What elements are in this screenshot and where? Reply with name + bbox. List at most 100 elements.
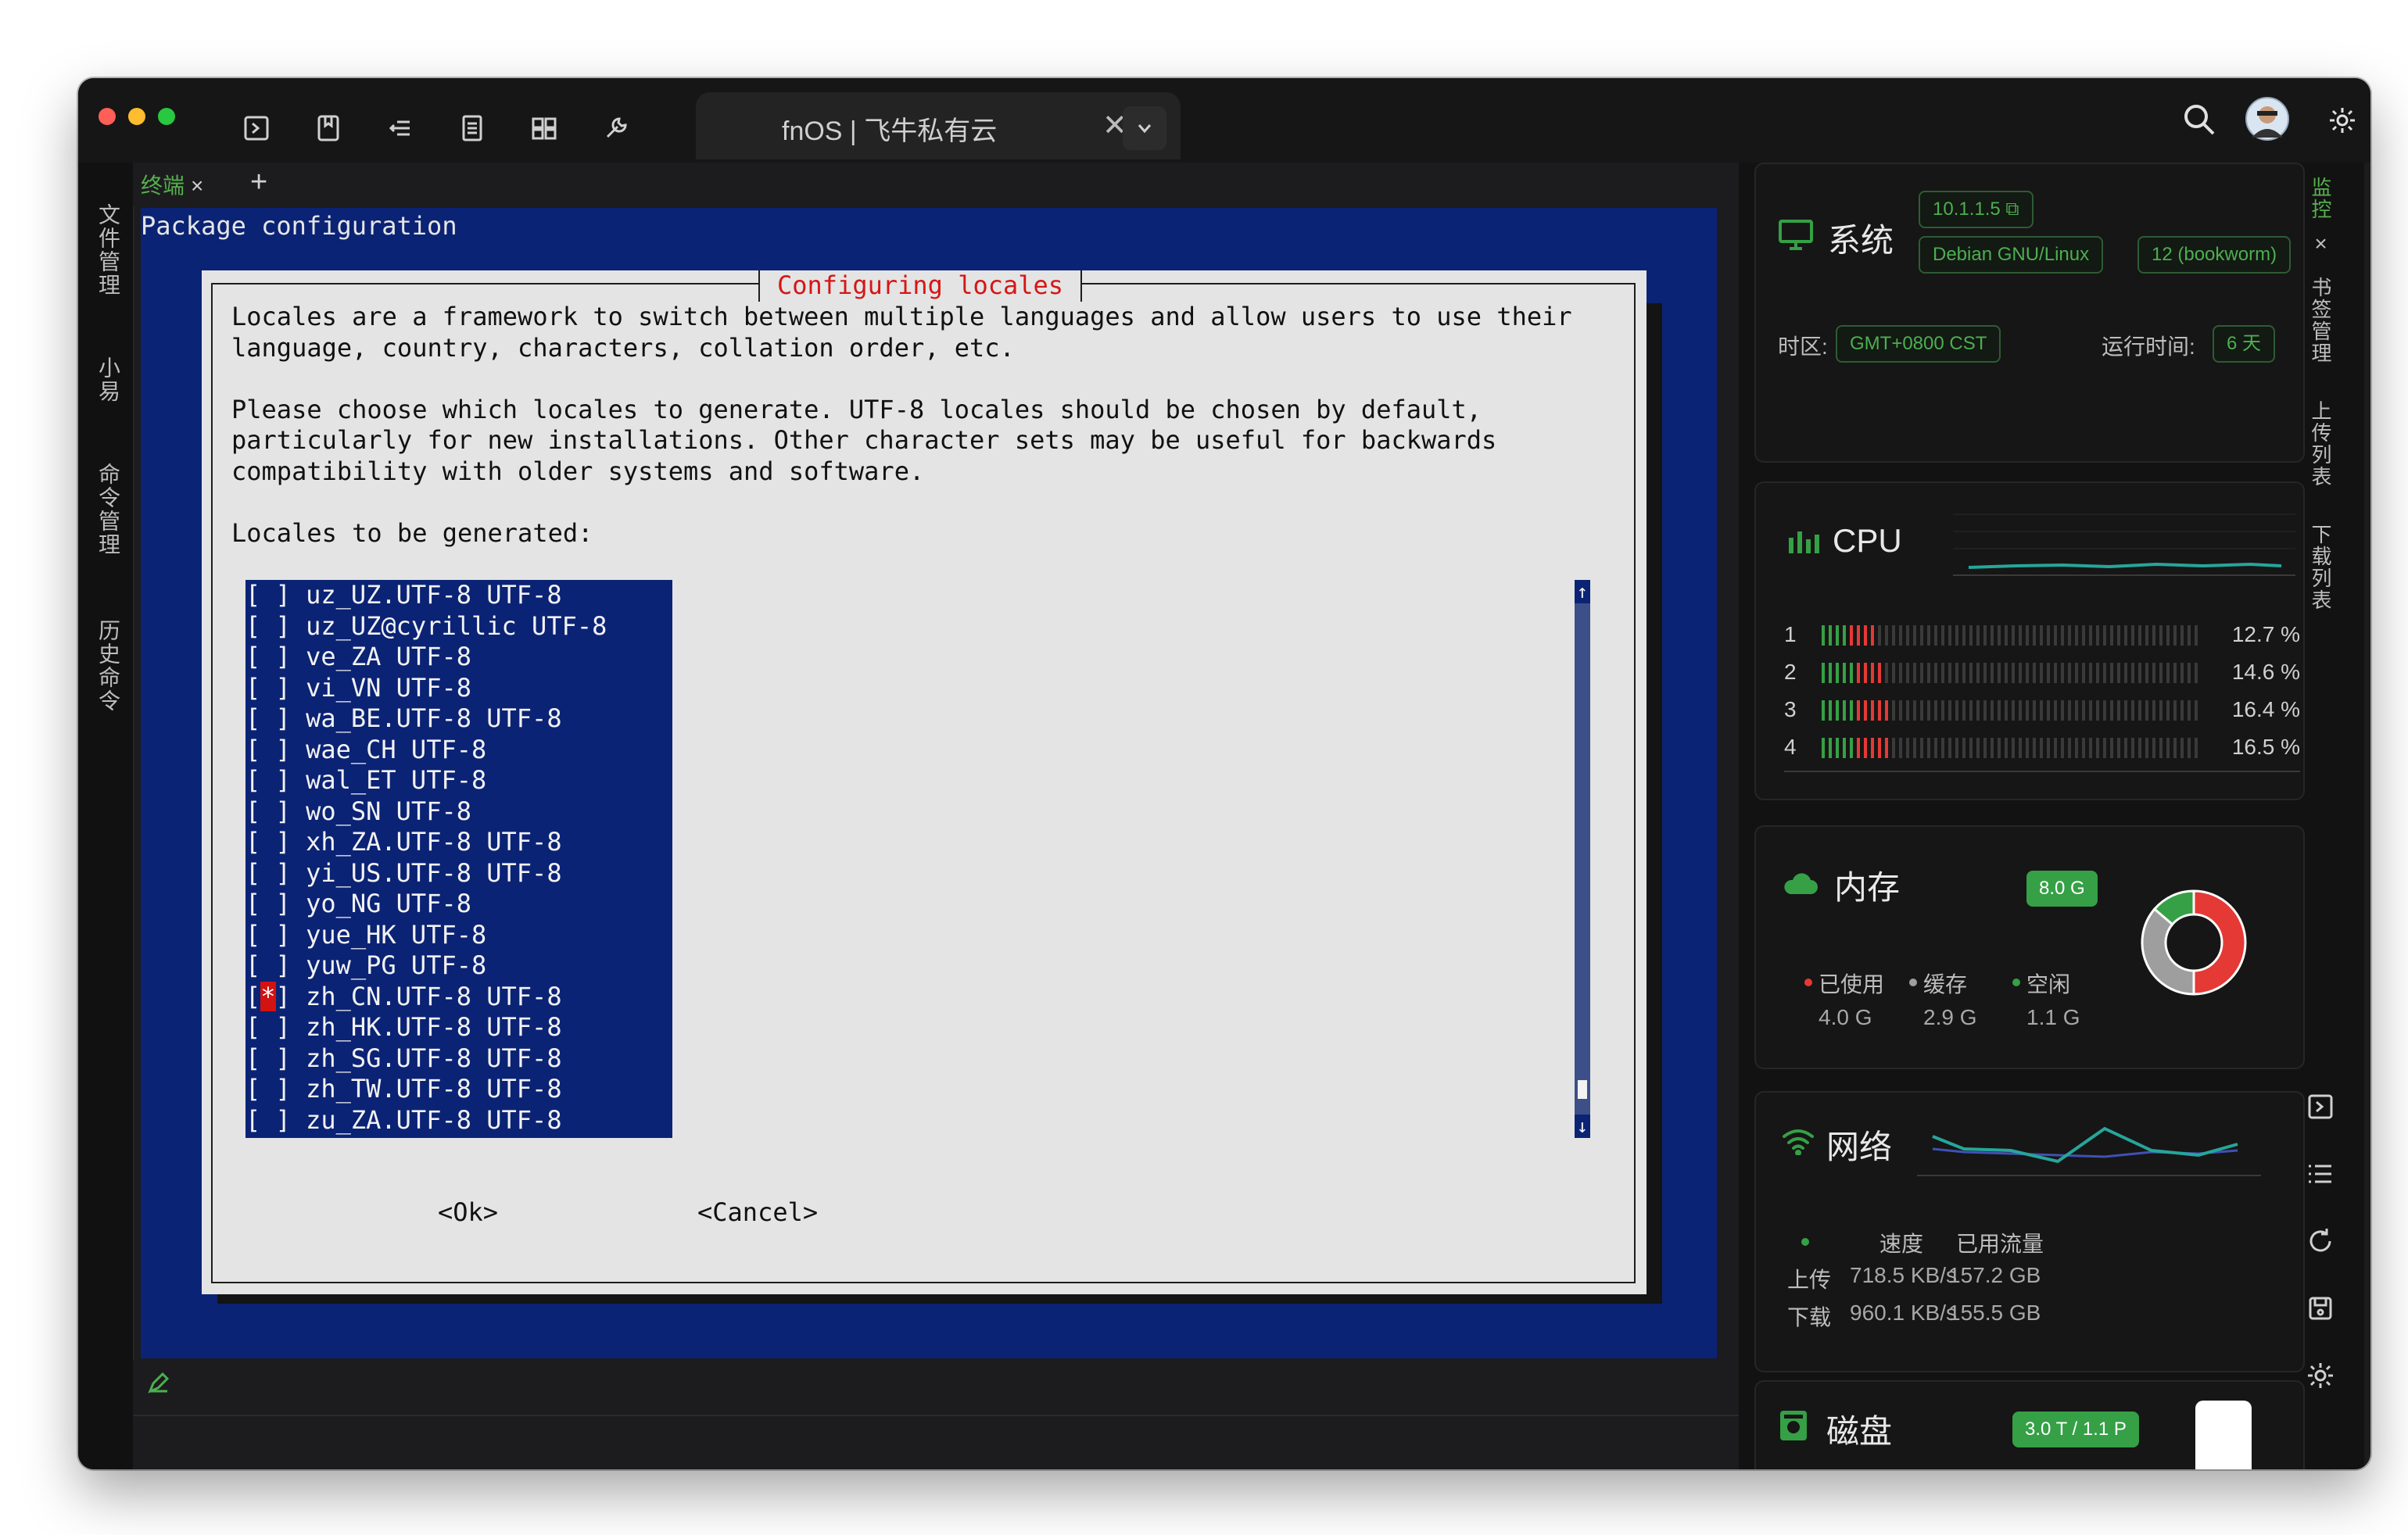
cancel-button[interactable]: <Cancel>	[697, 1197, 818, 1229]
locale-checkbox[interactable]	[260, 703, 275, 733]
terminal-screen[interactable]: Package configuration Configuring locale…	[141, 208, 1717, 1358]
locale-checkbox[interactable]	[260, 827, 275, 857]
locale-list-item[interactable]: [ ] yue_HK UTF-8	[245, 920, 486, 951]
used-label: 已使用	[1819, 972, 1885, 996]
locale-checkbox[interactable]	[260, 1012, 275, 1042]
terminal-tab[interactable]: 终端 ×	[141, 169, 203, 200]
sidebar-item-file-manager[interactable]: 文件管理	[92, 203, 124, 297]
locale-list-item[interactable]: [ ] yuw_PG UTF-8	[245, 950, 486, 982]
locale-checkbox[interactable]	[260, 858, 275, 888]
locale-checkbox[interactable]	[260, 611, 275, 641]
terminal-tab-close-icon[interactable]: ×	[191, 174, 203, 198]
locale-list-item[interactable]: [ ] wa_BE.UTF-8 UTF-8	[245, 703, 562, 735]
sftp-icon[interactable]	[385, 113, 416, 144]
list-scrollbar[interactable]: ↑ ↓	[1575, 580, 1590, 1138]
cpu-core-row: 4 16.5 %	[1784, 735, 2300, 763]
system-card: 系统 10.1.1.5 ⧉ Debian GNU/Linux 12 (bookw…	[1754, 163, 2305, 463]
avatar[interactable]	[2245, 97, 2289, 141]
gear-icon[interactable]	[2305, 1360, 2336, 1391]
locale-checkbox[interactable]	[260, 889, 275, 918]
pen-icon[interactable]	[145, 1369, 172, 1396]
locale-list-item[interactable]: [ ] uz_UZ@cyrillic UTF-8	[245, 611, 607, 642]
locale-checkbox[interactable]	[260, 673, 275, 703]
cpu-title: CPU	[1833, 522, 1902, 559]
locale-checkbox[interactable]	[260, 1043, 275, 1073]
tab-dropdown-button[interactable]	[1123, 106, 1166, 150]
tab-fnos[interactable]: fnOS | 飞牛私有云 ✕	[696, 92, 1181, 159]
memory-total-chip: 8.0 G	[2026, 871, 2098, 907]
locale-checkbox[interactable]	[260, 642, 275, 671]
free-value: 1.1 G	[2026, 1005, 2080, 1029]
locale-list-item[interactable]: [ ] wae_CH UTF-8	[245, 735, 486, 766]
dialog-title: Configuring locales	[758, 270, 1083, 302]
tab-download-list[interactable]: 下载列表	[2306, 524, 2335, 611]
download-traffic: 155.5 GB	[1948, 1301, 2041, 1325]
locale-list-item[interactable]: [ ] wal_ET UTF-8	[245, 765, 486, 796]
locale-list-item[interactable]: [ ] zh_HK.UTF-8 UTF-8	[245, 1012, 562, 1043]
sidebar-item-command-manager[interactable]: 命令管理	[92, 463, 124, 556]
scroll-up-icon[interactable]: ↑	[1575, 580, 1590, 603]
tab-bookmarks[interactable]: 书签管理	[2306, 277, 2335, 364]
os-chip: Debian GNU/Linux	[1919, 236, 2104, 274]
layout-icon[interactable]	[529, 113, 560, 144]
locale-checkbox[interactable]	[260, 735, 275, 764]
scroll-thumb[interactable]	[1578, 1080, 1587, 1099]
locale-list-item[interactable]: [ ] zh_SG.UTF-8 UTF-8	[245, 1043, 562, 1075]
locale-list-item[interactable]: [ ] uz_UZ.UTF-8 UTF-8	[245, 580, 562, 611]
disk-card: 磁盘 3.0 T / 1.1 P	[1754, 1380, 2305, 1469]
tab-upload-list[interactable]: 上传列表	[2306, 400, 2335, 488]
locale-checkbox[interactable]: *	[260, 981, 276, 1011]
minimize-window-button[interactable]	[128, 108, 145, 125]
locale-checkbox[interactable]	[260, 1105, 275, 1135]
search-icon[interactable]	[2181, 102, 2217, 138]
locale-checkbox[interactable]	[260, 580, 275, 610]
locale-list-item[interactable]: [ ] zu_ZA.UTF-8 UTF-8	[245, 1105, 562, 1136]
locale-list-item[interactable]: [ ] yi_US.UTF-8 UTF-8	[245, 858, 562, 889]
scroll-down-icon[interactable]: ↓	[1575, 1115, 1590, 1138]
upload-label: 上传	[1787, 1268, 1832, 1292]
cpu-core-percent: 16.4 %	[2231, 697, 2300, 721]
close-window-button[interactable]	[99, 108, 116, 125]
locale-list-item[interactable]: [ ] ve_ZA UTF-8	[245, 642, 471, 673]
locale-list-item[interactable]: [ ] xh_ZA.UTF-8 UTF-8	[245, 827, 562, 858]
file-icon[interactable]	[457, 113, 488, 144]
locale-list-item[interactable]: [ ] zh_TW.UTF-8 UTF-8	[245, 1074, 562, 1105]
terminal-icon[interactable]	[241, 113, 272, 144]
copy-icon[interactable]: ⧉	[2005, 199, 2019, 220]
terminal-icon[interactable]	[2305, 1091, 2336, 1122]
locale-checkbox[interactable]	[260, 920, 275, 950]
refresh-icon[interactable]	[2305, 1225, 2336, 1257]
cpu-core-meter	[1822, 738, 2202, 758]
locales-list[interactable]: [ ] uz_UZ.UTF-8 UTF-8[ ] uz_UZ@cyrillic …	[245, 580, 672, 1138]
locale-checkbox[interactable]	[260, 1074, 275, 1104]
zoom-window-button[interactable]	[158, 108, 175, 125]
locale-name: yo_NG UTF-8	[306, 889, 471, 918]
cpu-core-id: 2	[1784, 660, 1797, 684]
ok-button[interactable]: <Ok>	[438, 1197, 498, 1229]
locale-list-item[interactable]: [*] zh_CN.UTF-8 UTF-8	[245, 981, 562, 1013]
locale-name: ve_ZA UTF-8	[306, 642, 471, 671]
add-tab-button[interactable]: +	[250, 166, 267, 199]
divider	[133, 1415, 1806, 1416]
dialog-text-line	[231, 363, 1572, 395]
locale-checkbox[interactable]	[260, 950, 275, 980]
memory-donut-chart	[2141, 889, 2247, 996]
sidebar-item-xiaoyi[interactable]: 小易	[92, 356, 124, 403]
bookmark-icon[interactable]	[313, 113, 344, 144]
locale-list-item[interactable]: [ ] vi_VN UTF-8	[245, 673, 471, 704]
locale-list-item[interactable]: [ ] wo_SN UTF-8	[245, 796, 471, 828]
version-text: 10.1.1.5	[1933, 199, 2001, 220]
tab-title: fnOS | 飞牛私有云	[782, 116, 998, 146]
traffic-header: 已用流量	[1956, 1232, 2044, 1256]
locale-list-item[interactable]: [ ] yo_NG UTF-8	[245, 889, 471, 920]
save-icon[interactable]	[2305, 1293, 2336, 1324]
list-icon[interactable]	[2305, 1158, 2336, 1190]
tab-monitor[interactable]: 监控	[2306, 177, 2335, 220]
locale-checkbox[interactable]	[260, 796, 275, 826]
settings-gear-icon[interactable]	[2327, 105, 2358, 136]
locale-name: yue_HK UTF-8	[306, 919, 487, 950]
monitor-close-icon[interactable]: ×	[2308, 231, 2333, 257]
locale-checkbox[interactable]	[260, 765, 275, 795]
sidebar-item-history[interactable]: 历史命令	[92, 619, 124, 713]
wrench-icon[interactable]	[600, 113, 632, 144]
